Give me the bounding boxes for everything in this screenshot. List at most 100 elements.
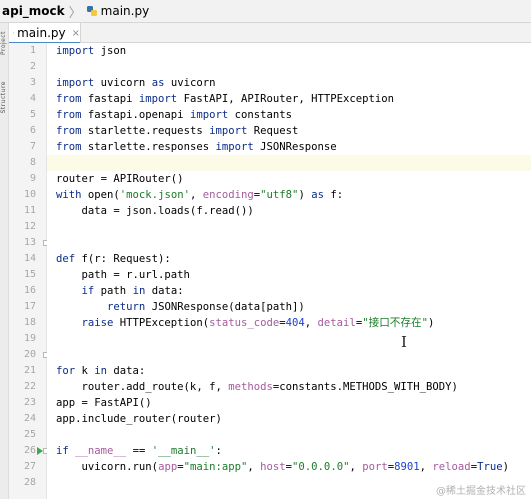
breadcrumb-project[interactable]: api_mock xyxy=(2,4,65,18)
code-token: fastapi.openapi xyxy=(81,109,190,121)
code-token: __name__ xyxy=(75,445,127,457)
tool-window-strip: Project Structure xyxy=(0,23,9,499)
code-token: '__main__' xyxy=(151,445,216,457)
code-token: as xyxy=(311,189,324,201)
code-token: detail xyxy=(317,317,356,329)
code-line[interactable]: app.include_router(router) xyxy=(56,411,526,427)
code-token: as xyxy=(151,77,165,89)
breadcrumb-file[interactable]: main.py xyxy=(101,4,150,18)
code-token: ) xyxy=(502,461,509,473)
line-number: 20 xyxy=(23,349,36,360)
code-token: data = json.loads(f.read()) xyxy=(56,205,254,217)
code-line[interactable] xyxy=(56,59,526,75)
line-number: 26 xyxy=(23,445,36,456)
code-token: router.add_route(k, f, xyxy=(56,381,229,393)
code-line[interactable] xyxy=(56,331,526,347)
code-line[interactable]: router = APIRouter() xyxy=(56,171,526,187)
code-line[interactable]: from starlette.requests import Request xyxy=(56,123,526,139)
code-token: import xyxy=(56,77,95,89)
code-token: status_code xyxy=(209,317,280,329)
code-token: == xyxy=(126,445,152,457)
code-token: def xyxy=(56,253,76,265)
code-token: path = r.url.path xyxy=(56,269,190,281)
code-line[interactable]: with open('mock.json', encoding="utf8") … xyxy=(56,187,526,203)
project-tool-label[interactable]: Project xyxy=(0,31,9,55)
code-line[interactable]: data = json.loads(f.read()) xyxy=(56,203,526,219)
tab-main-py[interactable]: main.py × xyxy=(9,23,81,44)
code-token: from xyxy=(56,141,82,153)
code-token: ) xyxy=(298,189,312,201)
code-token: , xyxy=(189,189,203,201)
code-line[interactable] xyxy=(56,235,526,251)
code-token: : xyxy=(215,445,222,457)
line-number: 14 xyxy=(23,253,36,264)
code-editor[interactable]: import json import uvicorn as uvicorn from… xyxy=(47,43,531,499)
code-line[interactable]: if __name__ == '__main__': xyxy=(56,443,526,459)
line-number: 16 xyxy=(23,285,36,296)
code-line[interactable]: router.add_route(k, f, methods=constants… xyxy=(56,379,526,395)
code-line[interactable] xyxy=(56,427,526,443)
code-line[interactable]: def f(r: Request): xyxy=(56,251,526,267)
code-line[interactable]: app = FastAPI() xyxy=(56,395,526,411)
code-token: from xyxy=(56,93,82,105)
line-number: 17 xyxy=(23,301,36,312)
code-token: open( xyxy=(81,189,120,201)
line-number-gutter[interactable]: 1 2 3 4 5 6 7 8 9 10 11 12 13 14 15 16 17 18 19 20 21 22 23 24 2… xyxy=(9,43,49,499)
code-line[interactable]: from fastapi.openapi import constants xyxy=(56,107,526,123)
code-token: "接口不存在" xyxy=(362,317,428,329)
code-token: constants xyxy=(228,109,293,121)
code-line[interactable] xyxy=(56,155,526,171)
line-number: 15 xyxy=(23,269,36,280)
code-token: methods xyxy=(228,381,273,393)
code-line[interactable]: import json xyxy=(56,43,526,59)
code-token: import xyxy=(56,45,95,57)
code-token: HTTPException( xyxy=(113,317,210,329)
line-number: 10 xyxy=(23,189,36,200)
line-number: 18 xyxy=(23,317,36,328)
line-number: 19 xyxy=(23,333,36,344)
code-token: "utf8" xyxy=(260,189,299,201)
line-number: 9 xyxy=(29,173,36,184)
code-token: in xyxy=(132,285,146,297)
code-line[interactable]: raise HTTPException(status_code=404, det… xyxy=(56,315,526,331)
code-token: router = APIRouter() xyxy=(56,173,184,185)
code-token: port xyxy=(362,461,388,473)
code-line[interactable]: from starlette.responses import JSONResp… xyxy=(56,139,526,155)
breadcrumb: api_mock 〉 main.py xyxy=(0,0,531,23)
code-line[interactable]: import uvicorn as uvicorn xyxy=(56,75,526,91)
code-line[interactable]: uvicorn.run(app="main:app", host="0.0.0.… xyxy=(56,459,526,475)
python-file-icon xyxy=(86,6,97,16)
code-line[interactable]: if path in data: xyxy=(56,283,526,299)
code-token: "main:app" xyxy=(183,461,248,473)
code-token: JSONResponse(data[path]) xyxy=(145,301,305,313)
code-token: return xyxy=(107,301,146,313)
code-token: encoding xyxy=(202,189,254,201)
code-token: data: xyxy=(145,285,184,297)
code-token: data: xyxy=(107,365,146,377)
code-token: Request xyxy=(247,125,299,137)
close-icon[interactable]: × xyxy=(72,28,80,39)
structure-tool-label[interactable]: Structure xyxy=(0,81,9,113)
line-number: 23 xyxy=(23,397,36,408)
code-token: , xyxy=(304,317,318,329)
code-token: host xyxy=(260,461,286,473)
code-token: f(r: Request): xyxy=(75,253,171,265)
code-line[interactable] xyxy=(56,219,526,235)
code-token: with xyxy=(56,189,82,201)
code-line[interactable]: from fastapi import FastAPI, APIRouter, … xyxy=(56,91,526,107)
code-line[interactable]: for k in data: xyxy=(56,363,526,379)
line-number: 7 xyxy=(29,141,36,152)
code-token: reload xyxy=(432,461,471,473)
code-token: 404 xyxy=(285,317,305,329)
code-line[interactable]: path = r.url.path xyxy=(56,267,526,283)
line-number: 22 xyxy=(23,381,36,392)
code-line[interactable]: return JSONResponse(data[path]) xyxy=(56,299,526,315)
code-token: 'mock.json' xyxy=(119,189,190,201)
line-number: 25 xyxy=(23,429,36,440)
code-line[interactable] xyxy=(56,347,526,363)
code-token: app xyxy=(158,461,178,473)
line-number: 5 xyxy=(29,109,36,120)
code-token: path xyxy=(94,285,133,297)
